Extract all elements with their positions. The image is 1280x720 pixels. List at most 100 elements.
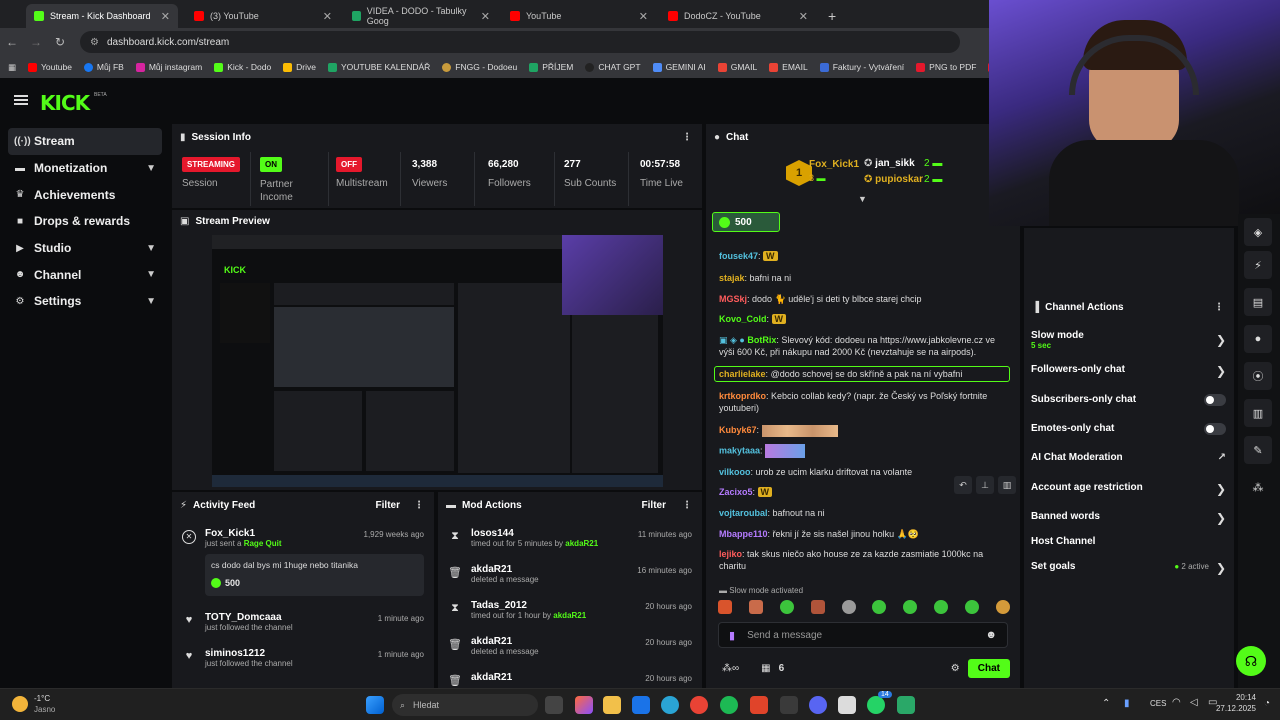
broadcast-icon[interactable]: ⦿ — [1244, 362, 1272, 390]
action-emotes-only[interactable]: Emotes-only chat — [1031, 423, 1231, 435]
sidebar-item-drops[interactable]: ■ Drops & rewards — [0, 208, 170, 235]
pinned-kicks-badge[interactable]: 500 — [712, 212, 780, 232]
stat-multistream[interactable]: OFF Multistream — [336, 154, 388, 204]
emoji-icon[interactable]: ☻ — [985, 629, 997, 641]
bookmark-kick[interactable]: Kick - Dodo — [214, 62, 271, 72]
emotes-only-toggle[interactable] — [1204, 423, 1226, 435]
filter-button[interactable]: Filter — [642, 500, 666, 511]
wrench-icon[interactable]: ✎ — [1244, 436, 1272, 464]
chevron-down-icon[interactable]: ▼ — [858, 194, 867, 204]
url-field[interactable]: ⚙ dashboard.kick.com/stream — [80, 31, 960, 53]
lightning-icon[interactable]: ⚡ — [1244, 251, 1272, 279]
action-account-age[interactable]: Account age restriction ❯ — [1031, 482, 1231, 496]
terminal-icon[interactable] — [780, 696, 798, 714]
taskbar-search[interactable]: ⌕ Hledat — [392, 694, 538, 716]
chat-username[interactable]: Zacixo5 — [719, 487, 753, 497]
sidebar-item-channel[interactable]: ☻ Channel ▼ — [0, 261, 170, 288]
bookmark-yt-calendar[interactable]: YOUTUBE KALENDÁŘ — [328, 62, 430, 72]
whatsapp-icon[interactable] — [867, 696, 885, 714]
chat-username[interactable]: vilkooo — [719, 467, 751, 477]
mod-by[interactable]: akdaR21 — [553, 611, 586, 620]
action-ai-moderation[interactable]: AI Chat Moderation ↗ — [1031, 452, 1231, 463]
bookmark-faktury[interactable]: Faktury - Vytváření — [819, 62, 904, 72]
tab-close-icon[interactable]: ✕ — [481, 10, 490, 23]
chat-username[interactable]: lejiko — [719, 549, 742, 559]
new-tab-button[interactable]: + — [820, 4, 840, 28]
quick-action-icon[interactable]: ◈ — [1244, 218, 1272, 246]
wifi-icon[interactable]: ◠ — [1172, 697, 1181, 708]
infinity-icon[interactable]: ⁂∞ — [722, 663, 739, 674]
delete-icon[interactable]: ▥ — [998, 476, 1016, 494]
bookmark-youtube[interactable]: Youtube — [28, 62, 72, 72]
chat-username[interactable]: fousek47 — [719, 251, 758, 261]
emote-icon[interactable] — [903, 600, 918, 614]
sidebar-item-stream[interactable]: ((·)) Stream — [8, 128, 162, 155]
edge-icon[interactable] — [661, 696, 679, 714]
bookmark-gemini[interactable]: GEMINI AI — [652, 62, 706, 72]
bookmark-fb[interactable]: Můj FB — [83, 62, 124, 72]
chat-username[interactable]: vojtaroubal — [719, 508, 768, 518]
notification-bell-icon[interactable]: ◔ — [1264, 698, 1270, 709]
sidebar-item-settings[interactable]: ⚙ Settings ▼ — [0, 288, 170, 315]
reply-icon[interactable]: ↶ — [954, 476, 972, 494]
document-icon[interactable]: ▤ — [1244, 288, 1272, 316]
chevron-up-icon[interactable]: ⌃ — [1102, 698, 1110, 709]
tab-youtube[interactable]: YouTube ✕ — [502, 4, 656, 28]
spotify-icon[interactable] — [720, 696, 738, 714]
calculator-icon[interactable] — [838, 696, 856, 714]
windows-start-icon[interactable] — [366, 696, 384, 714]
bookmark-chatgpt[interactable]: CHAT GPT — [585, 62, 641, 72]
tab-sheets[interactable]: VIDEA - DODO - Tabulky Goog ✕ — [344, 4, 498, 28]
chrome-icon[interactable] — [690, 696, 708, 714]
support-icon[interactable]: ☊ — [1236, 646, 1266, 676]
emote-icon[interactable] — [934, 600, 949, 614]
site-info-icon[interactable]: ⚙ — [90, 37, 99, 48]
forward-icon[interactable]: → — [24, 35, 48, 49]
menu-icon[interactable] — [14, 95, 28, 105]
subscribers-only-toggle[interactable] — [1204, 394, 1226, 406]
mic-icon[interactable]: ▮ — [729, 629, 735, 642]
emote-icon[interactable] — [995, 600, 1010, 614]
mod-by[interactable]: akdaR21 — [565, 539, 598, 548]
emote-icon[interactable] — [718, 600, 732, 614]
emote-icon[interactable] — [779, 600, 794, 614]
leaderboard-name[interactable]: pupioskar — [875, 174, 923, 185]
back-icon[interactable]: ← — [0, 35, 24, 49]
emote-icon[interactable] — [841, 600, 856, 614]
volume-icon[interactable]: ◁ — [1190, 697, 1198, 708]
chat-input[interactable]: ▮ Send a message ☻ — [718, 622, 1008, 648]
emote-icon[interactable] — [965, 600, 979, 614]
people-icon[interactable]: ⁂ — [1244, 473, 1272, 501]
action-slow-mode[interactable]: Slow mode 5 sec ❯ — [1031, 330, 1231, 350]
tab-close-icon[interactable]: ✕ — [161, 10, 170, 23]
more-options-icon[interactable]: ⋮ — [414, 500, 424, 511]
archive-icon[interactable]: ▥ — [1244, 399, 1272, 427]
chat-username[interactable]: BotRix — [747, 335, 776, 345]
emote-icon[interactable] — [748, 600, 763, 614]
more-options-icon[interactable]: ⋮ — [682, 132, 692, 143]
reload-icon[interactable]: ↻ — [48, 35, 72, 49]
gift-box-icon[interactable]: ▦ — [761, 663, 770, 674]
emote-icon[interactable] — [872, 600, 887, 614]
chat-bubble-icon[interactable]: ● — [1244, 325, 1272, 353]
mic-icon[interactable]: ▮ — [1124, 698, 1130, 709]
more-options-icon[interactable]: ⋮ — [1214, 302, 1224, 313]
tab-dodocz-youtube[interactable]: DodoCZ - YouTube ✕ — [660, 4, 816, 28]
bookmark-instagram[interactable]: Můj instagram — [135, 62, 202, 72]
chat-username[interactable]: charlielake — [719, 369, 766, 379]
chat-username[interactable]: Kubyk67 — [719, 425, 757, 435]
sidebar-item-studio[interactable]: ▶ Studio ▼ — [0, 235, 170, 262]
action-followers-only[interactable]: Followers-only chat ❯ — [1031, 364, 1231, 378]
pin-icon[interactable]: ⊥ — [976, 476, 994, 494]
clock-date[interactable]: 27.12.2025 — [1212, 704, 1256, 713]
tab-close-icon[interactable]: ✕ — [639, 10, 648, 23]
bookmark-prijem[interactable]: PŘÍJEM — [529, 62, 573, 72]
action-subscribers-only[interactable]: Subscribers-only chat — [1031, 394, 1231, 406]
send-chat-button[interactable]: Chat — [967, 658, 1010, 678]
bookmark-png-pdf[interactable]: PNG to PDF — [916, 62, 976, 72]
discord-icon[interactable] — [809, 696, 827, 714]
tab-kick-dashboard[interactable]: Stream - Kick Dashboard ✕ — [26, 4, 178, 28]
leaderboard-name[interactable]: jan_sikk — [875, 158, 914, 169]
chat-username[interactable]: krtkoprdko — [719, 391, 766, 401]
more-options-icon[interactable]: ⋮ — [682, 500, 692, 511]
